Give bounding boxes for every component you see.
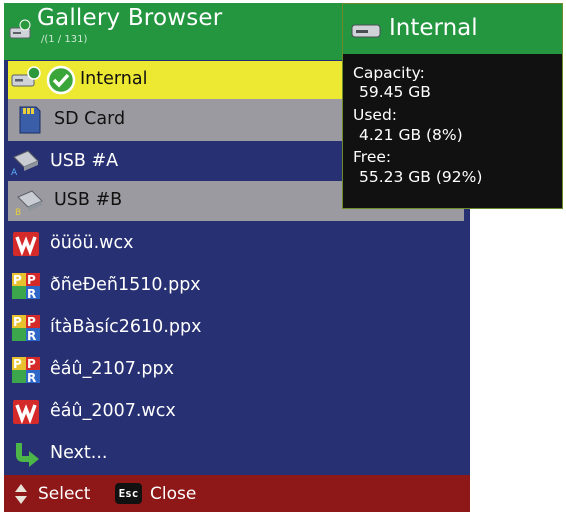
internal-drive-icon: [11, 66, 41, 87]
free-value: 55.23 GB (92%): [359, 168, 483, 186]
ppx-file-icon: P P R: [12, 273, 40, 301]
hard-drive-icon: [351, 24, 381, 38]
info-header: Internal: [343, 4, 562, 54]
svg-text:P: P: [27, 273, 36, 287]
svg-text:P: P: [13, 273, 22, 287]
svg-text:R: R: [27, 287, 36, 301]
used-label: Used:: [353, 106, 398, 124]
svg-text:B: B: [15, 208, 21, 217]
esc-key-icon: Esc: [115, 483, 142, 504]
svg-text:R: R: [27, 371, 36, 385]
check-circle-icon: [46, 65, 76, 95]
list-item-label: Internal: [80, 69, 148, 89]
svg-text:P: P: [13, 315, 22, 329]
svg-text:A: A: [11, 168, 18, 177]
capacity-label: Capacity:: [353, 64, 425, 82]
ppx-file-icon: P P R: [12, 315, 40, 343]
list-item-next[interactable]: Next...: [4, 433, 470, 475]
up-down-arrows-icon: [15, 484, 27, 504]
capacity-value: 59.45 GB: [359, 83, 431, 101]
list-item-file[interactable]: P P R êáû_2107.ppx: [4, 349, 470, 391]
list-item-file[interactable]: öüöü.wcx: [4, 223, 470, 265]
list-item-label: öüöü.wcx: [50, 233, 134, 253]
close-hint: Close: [150, 484, 197, 504]
svg-text:R: R: [27, 329, 36, 343]
wcx-file-icon: [13, 400, 39, 424]
usb-drive-icon: A: [11, 150, 39, 177]
list-item-label: ítàBàsíc2610.ppx: [50, 317, 202, 337]
list-item-label: USB #A: [50, 151, 119, 171]
svg-text:P: P: [13, 357, 22, 371]
list-item-label: USB #B: [54, 190, 123, 210]
used-value: 4.21 GB (8%): [359, 126, 463, 144]
usb-drive-icon: B: [15, 190, 43, 217]
wcx-file-icon: [13, 232, 39, 256]
svg-text:P: P: [27, 315, 36, 329]
list-item-label: êáû_2107.ppx: [50, 359, 175, 379]
drive-icon: [9, 19, 31, 39]
list-item-file[interactable]: êáû_2007.wcx: [4, 391, 470, 433]
list-item-file[interactable]: P P R ðñeÐeñ1510.ppx: [4, 265, 470, 307]
ppx-file-icon: P P R: [12, 357, 40, 385]
storage-info-panel: Internal Capacity: 59.45 GB Used: 4.21 G…: [342, 3, 563, 209]
select-hint: Select: [38, 484, 91, 504]
free-label: Free:: [353, 148, 392, 166]
list-item-label: ðñeÐeñ1510.ppx: [50, 275, 201, 295]
list-item-label: êáû_2007.wcx: [50, 401, 176, 421]
next-arrow-icon: [16, 443, 39, 467]
svg-text:P: P: [27, 357, 36, 371]
sd-card-icon: [19, 106, 41, 134]
list-item-label: Next...: [50, 443, 108, 463]
page-title: Gallery Browser: [37, 5, 223, 31]
info-title: Internal: [389, 15, 478, 41]
list-item-label: SD Card: [54, 109, 126, 129]
item-counter: /(1 / 131): [41, 34, 88, 45]
list-item-file[interactable]: P P R ítàBàsíc2610.ppx: [4, 307, 470, 349]
footer-bar: Select Esc Close: [4, 475, 470, 512]
